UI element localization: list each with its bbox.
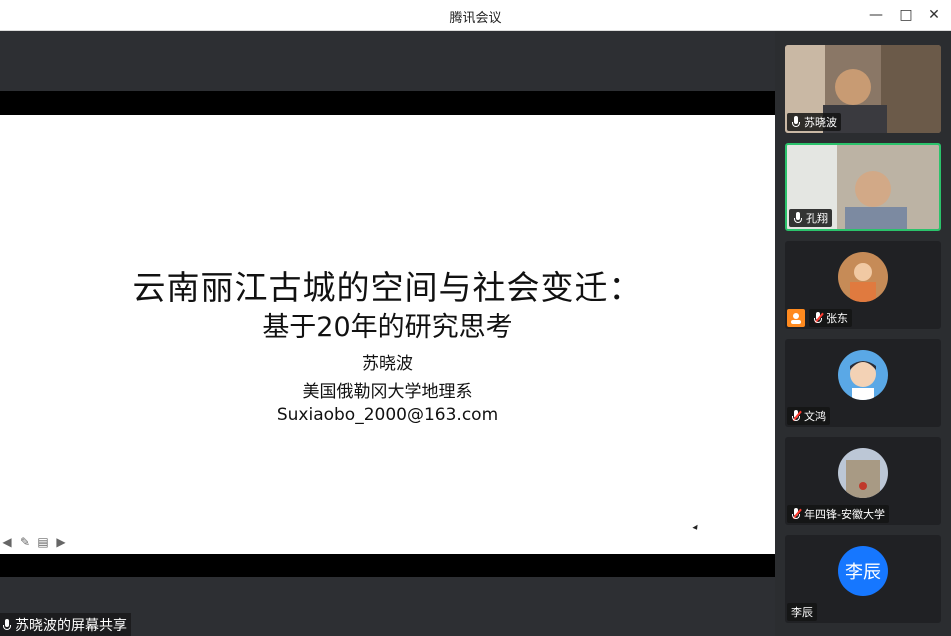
participant-name-tag: 苏晓波	[787, 113, 841, 131]
next-arrow-icon[interactable]: ▶	[54, 535, 68, 549]
host-badge-icon	[787, 309, 805, 327]
window-title: 腾讯会议	[449, 11, 502, 26]
participant-name-tag: 孔翔	[789, 209, 832, 227]
close-icon[interactable]: ✕	[924, 5, 944, 25]
participant-avatar	[838, 448, 888, 498]
prev-arrow-icon[interactable]: ◀	[0, 535, 14, 549]
slide-title: 云南丽江古城的空间与社会变迁：	[132, 268, 643, 307]
window-titlebar: 腾讯会议 — □ ✕	[0, 0, 951, 31]
participant-panel: 苏晓波 孔翔 张东 文鸿 年四锋-安徽大学 李辰 李辰	[777, 31, 951, 636]
participant-name-tag: 文鸿	[787, 407, 830, 425]
letterbox-top	[0, 91, 775, 115]
mic-muted-icon	[791, 508, 802, 520]
presentation-slide: 云南丽江古城的空间与社会变迁： 基于20年的研究思考 苏晓波 美国俄勒冈大学地理…	[0, 115, 775, 554]
participant-tile[interactable]: 文鸿	[785, 339, 941, 427]
participant-name-tag: 李辰	[787, 603, 817, 621]
maximize-icon[interactable]: □	[896, 5, 916, 25]
minimize-icon[interactable]: —	[866, 5, 886, 25]
menu-icon[interactable]: ▤	[36, 535, 50, 549]
participant-tile[interactable]: 年四锋-安徽大学	[785, 437, 941, 525]
participant-tile[interactable]: 李辰 李辰	[785, 535, 941, 623]
letterbox-bottom	[0, 554, 775, 577]
slide-subtitle: 基于20年的研究思考	[262, 312, 513, 343]
participant-tile-active[interactable]: 孔翔	[785, 143, 941, 231]
participant-tile[interactable]: 苏晓波	[785, 45, 941, 133]
mic-muted-icon	[791, 410, 802, 422]
pen-icon[interactable]: ✎	[18, 535, 32, 549]
mic-icon	[2, 618, 12, 631]
share-label-text: 苏晓波的屏幕共享	[15, 617, 127, 634]
participant-avatar	[838, 350, 888, 400]
participant-avatar: 李辰	[838, 546, 888, 596]
mic-muted-icon	[813, 312, 824, 324]
slide-affiliation: 美国俄勒冈大学地理系	[302, 382, 473, 402]
mic-icon	[793, 212, 803, 224]
slide-email: Suxiaobo_2000@163.com	[276, 405, 499, 425]
mic-icon	[791, 116, 801, 128]
screen-share-label: 苏晓波的屏幕共享	[0, 613, 131, 636]
participant-name-tag: 张东	[809, 309, 852, 327]
shared-screen-area: 云南丽江古城的空间与社会变迁： 基于20年的研究思考 苏晓波 美国俄勒冈大学地理…	[0, 31, 775, 636]
participant-avatar	[838, 252, 888, 302]
mouse-cursor-icon	[692, 524, 700, 532]
slide-author: 苏晓波	[362, 354, 413, 374]
participant-tile[interactable]: 张东	[785, 241, 941, 329]
slide-toolbar: ◀ ✎ ▤ ▶	[0, 535, 68, 549]
participant-name-tag: 年四锋-安徽大学	[787, 505, 889, 523]
